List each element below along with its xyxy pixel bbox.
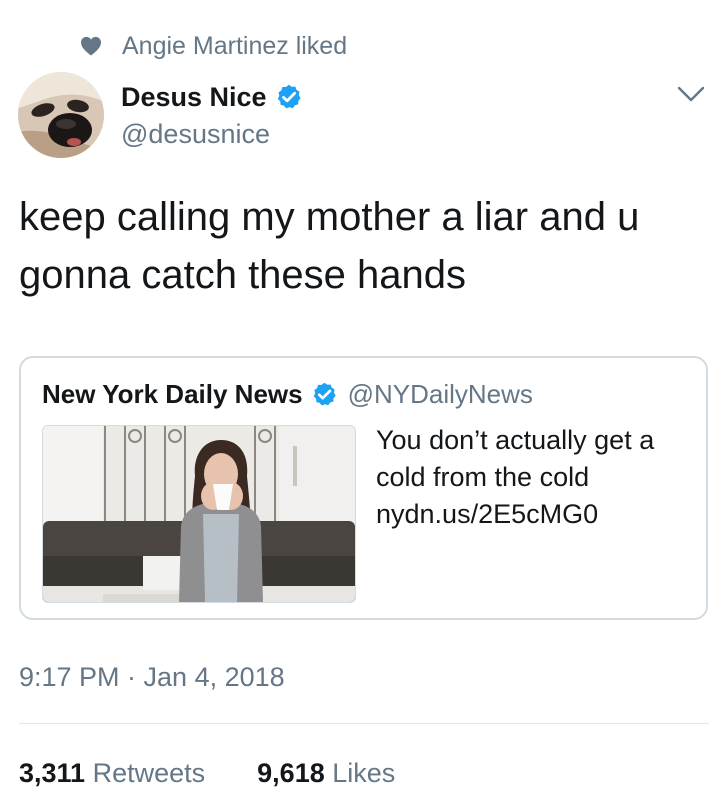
likes-stat[interactable]: 9,618 Likes	[257, 758, 395, 788]
author-name-row: Desus Nice	[121, 80, 303, 114]
tweet-text: keep calling my mother a liar and u gonn…	[19, 195, 640, 297]
tweet-timestamp[interactable]: 9:17 PM · Jan 4, 2018	[19, 660, 285, 694]
author-display-name[interactable]: Desus Nice	[121, 80, 267, 114]
woman-sneezing-photo	[43, 426, 355, 602]
social-context-text[interactable]: Angie Martinez liked	[122, 31, 347, 61]
retweets-count: 3,311	[19, 758, 86, 788]
avatar[interactable]	[18, 72, 104, 158]
likes-label: Likes	[332, 758, 396, 788]
chevron-down-icon[interactable]	[677, 86, 705, 104]
quoted-tweet-card[interactable]: New York Daily News @NYDailyNews You don…	[19, 356, 708, 620]
likes-count: 9,618	[257, 758, 325, 788]
author-handle[interactable]: @desusnice	[121, 118, 270, 150]
quoted-author-handle[interactable]: @NYDailyNews	[348, 379, 533, 410]
retweets-label: Retweets	[92, 758, 206, 788]
retweets-stat[interactable]: 3,311 Retweets	[19, 758, 205, 788]
divider	[19, 723, 709, 724]
quoted-tweet-image[interactable]	[42, 425, 356, 603]
verified-badge-icon	[277, 84, 301, 109]
quoted-author-name[interactable]: New York Daily News	[42, 379, 303, 410]
verified-badge-icon	[313, 382, 336, 406]
tweet-stats: 3,311 Retweets 9,618 Likes	[19, 756, 395, 790]
quoted-tweet-header: New York Daily News @NYDailyNews	[42, 376, 533, 412]
avatar-image	[18, 72, 104, 158]
quoted-tweet-text: You don’t actually get a cold from the c…	[376, 425, 655, 529]
heart-icon	[81, 36, 101, 56]
